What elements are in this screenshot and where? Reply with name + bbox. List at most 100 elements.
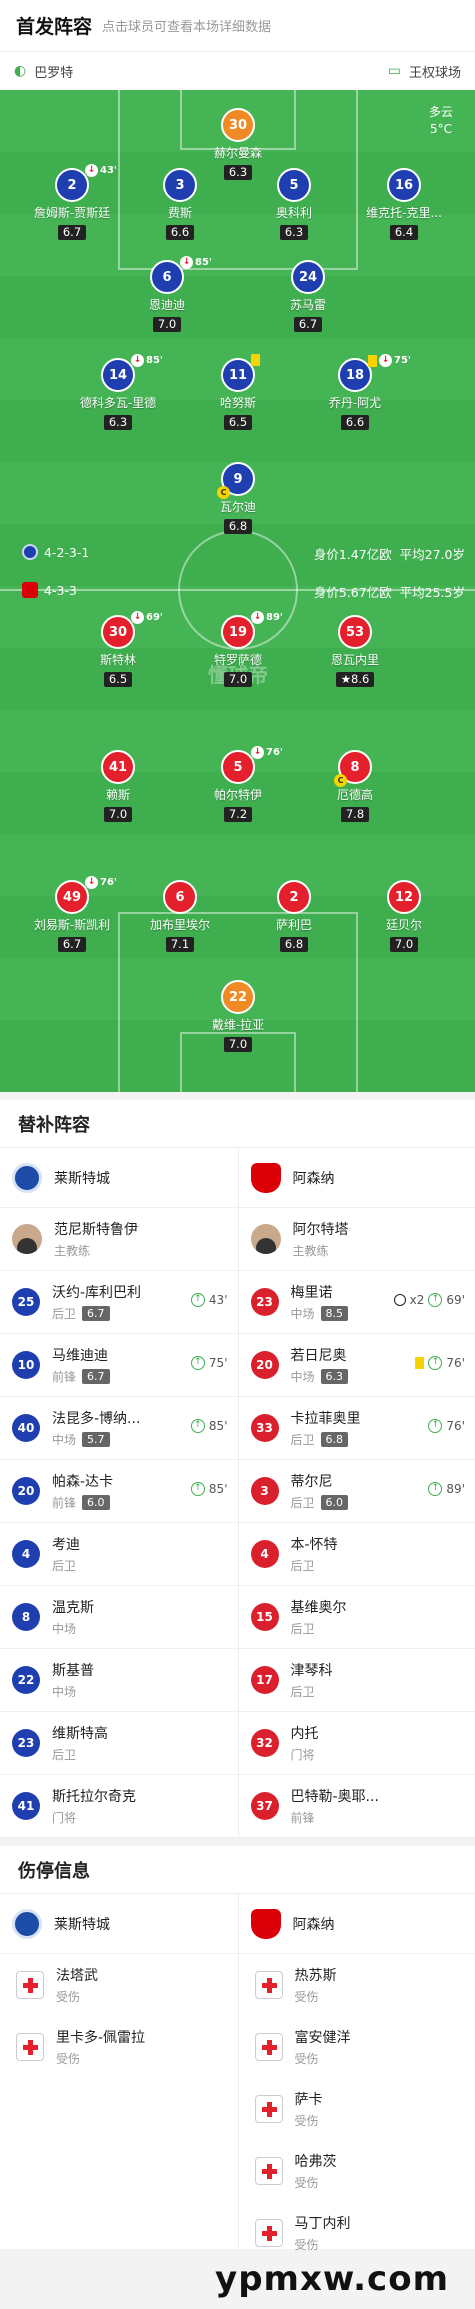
- shirt-number: 2: [277, 880, 311, 914]
- sub-player-row[interactable]: 20帕森-达卡前锋6.0↑85': [0, 1460, 238, 1523]
- stadium-name: 王权球场: [409, 62, 461, 81]
- injured-player-row[interactable]: 里卡多-佩雷拉受伤: [0, 2016, 238, 2078]
- sub-player-row[interactable]: 15基维奥尔后卫: [239, 1586, 475, 1649]
- injured-player-row[interactable]: 法塔武受伤: [0, 1954, 238, 2016]
- medical-kit-icon: [255, 2033, 283, 2061]
- injured-player-row[interactable]: 热苏斯受伤: [239, 1954, 475, 2016]
- player-name: 乔丹-阿尤: [305, 394, 405, 411]
- player-rating: 7.2: [224, 807, 252, 822]
- away-player[interactable]: 12廷贝尔7.0: [354, 880, 454, 952]
- player-rating: 6.8: [280, 937, 308, 952]
- player-name: 斯特林: [68, 651, 168, 668]
- injured-player-row[interactable]: 萨卡受伤: [239, 2078, 475, 2140]
- home-player[interactable]: 24苏马雷6.7: [258, 260, 358, 332]
- injuries-grid: 莱斯特城 法塔武受伤里卡多-佩雷拉受伤 阿森纳 热苏斯受伤富安健洋受伤萨卡受伤哈…: [0, 1893, 475, 2249]
- sub-in-icon: ↑: [428, 1482, 442, 1496]
- player-rating: 7.0: [224, 1037, 252, 1052]
- sub-player-row[interactable]: 4考迪后卫: [0, 1523, 238, 1586]
- player-rating: 7.0: [390, 937, 418, 952]
- event-badge: ↓75': [368, 354, 411, 367]
- event-badge: [251, 354, 260, 366]
- away-player[interactable]: 19↓89'特罗萨德7.0: [188, 615, 288, 687]
- sub-player-row[interactable]: 17津琴科后卫: [239, 1649, 475, 1712]
- home-player[interactable]: 5奥科利6.3: [244, 168, 344, 240]
- away-player[interactable]: 49↓76'刘易斯-斯凯利6.7: [22, 880, 122, 952]
- sub-player-row[interactable]: 41斯托拉尔奇克门将: [0, 1775, 238, 1838]
- shirt-number: 8C: [338, 750, 372, 784]
- subs-home-team[interactable]: 莱斯特城: [0, 1148, 238, 1208]
- shirt-number: 53: [338, 615, 372, 649]
- away-player[interactable]: 8C厄德高7.8: [305, 750, 405, 822]
- home-player[interactable]: 14↓85'德科多瓦-里德6.3: [68, 358, 168, 430]
- away-player[interactable]: 53恩瓦内里★8.6: [305, 615, 405, 687]
- away-player[interactable]: 5↓76'帕尔特伊7.2: [188, 750, 288, 822]
- injured-player-row[interactable]: 马丁内利受伤: [239, 2202, 475, 2264]
- home-player[interactable]: 9C瓦尔迪6.8: [188, 462, 288, 534]
- sub-player-row[interactable]: 37巴特勒-奥耶...前锋: [239, 1775, 475, 1838]
- away-coach[interactable]: 阿尔特塔主教练: [239, 1208, 475, 1271]
- away-player[interactable]: 6加布里埃尔7.1: [130, 880, 230, 952]
- player-name: 恩瓦内里: [305, 651, 405, 668]
- injury-status: 受伤: [56, 2050, 145, 2067]
- sub-player-row[interactable]: 22斯基普中场: [0, 1649, 238, 1712]
- away-player[interactable]: 2萨利巴6.8: [244, 880, 344, 952]
- home-player[interactable]: 11哈努斯6.5: [188, 358, 288, 430]
- yellow-card-icon: [368, 355, 377, 367]
- away-player[interactable]: 41赖斯7.0: [68, 750, 168, 822]
- injury-status: 受伤: [295, 2112, 323, 2129]
- sub-player-row[interactable]: 8温克斯中场: [0, 1586, 238, 1649]
- player-rating: 6.8: [321, 1432, 349, 1447]
- injured-player-row[interactable]: 富安健洋受伤: [239, 2016, 475, 2078]
- sub-in-icon: ↑: [191, 1482, 205, 1496]
- home-player[interactable]: 2↓43'詹姆斯-贾斯廷6.7: [22, 168, 122, 240]
- sub-player-row[interactable]: 4本-怀特后卫: [239, 1523, 475, 1586]
- shirt-number: 11: [221, 358, 255, 392]
- event-badge: ↓89': [251, 611, 283, 624]
- player-name: 温克斯: [52, 1597, 94, 1617]
- sub-player-row[interactable]: 3蒂尔尼后卫6.0↑89': [239, 1460, 475, 1523]
- injured-player-row[interactable]: 哈弗茨受伤: [239, 2140, 475, 2202]
- sub-player-row[interactable]: 33卡拉菲奥里后卫6.8↑76': [239, 1397, 475, 1460]
- medical-kit-icon: [255, 1971, 283, 1999]
- sub-player-row[interactable]: 40法昆多-博纳...中场5.7↑85': [0, 1397, 238, 1460]
- player-name: 奥科利: [244, 204, 344, 221]
- subs-away-team[interactable]: 阿森纳: [239, 1148, 475, 1208]
- player-rating: 5.7: [82, 1432, 110, 1447]
- sub-player-row[interactable]: 23维斯特高后卫: [0, 1712, 238, 1775]
- event-badge: ↓43': [85, 164, 117, 177]
- player-position: 后卫: [291, 1620, 347, 1637]
- injuries-home-team[interactable]: 莱斯特城: [0, 1894, 238, 1954]
- event-badge: ↓85': [131, 354, 163, 367]
- home-coach[interactable]: 范尼斯特鲁伊主教练: [0, 1208, 238, 1271]
- arsenal-crest-icon: [251, 1163, 281, 1193]
- home-player[interactable]: 18↓75'乔丹-阿尤6.6: [305, 358, 405, 430]
- player-name: 考迪: [52, 1534, 80, 1554]
- player-position: 后卫: [52, 1746, 108, 1763]
- player-rating: 7.0: [104, 807, 132, 822]
- player-name: 赖斯: [68, 786, 168, 803]
- sub-player-row[interactable]: 25沃约-库利巴利后卫6.7↑43': [0, 1271, 238, 1334]
- sub-in-icon: ↑: [191, 1356, 205, 1370]
- shirt-number: 32: [251, 1729, 279, 1757]
- lineup-header: 首发阵容 点击球员可查看本场详细数据: [0, 0, 475, 52]
- sub-out-icon: ↓: [131, 354, 144, 367]
- home-player[interactable]: 16维克托-克里...6.4: [354, 168, 454, 240]
- home-player[interactable]: 3费斯6.6: [130, 168, 230, 240]
- sub-out-icon: ↓: [85, 876, 98, 889]
- shirt-number: 37: [251, 1792, 279, 1820]
- sub-player-row[interactable]: 32内托门将: [239, 1712, 475, 1775]
- away-player[interactable]: 30↓69'斯特林6.5: [68, 615, 168, 687]
- player-name: 戴维-拉亚: [188, 1016, 288, 1033]
- player-rating: 7.8: [341, 807, 369, 822]
- injuries-away-team[interactable]: 阿森纳: [239, 1894, 475, 1954]
- sub-player-row[interactable]: 20若日尼奥中场6.3↑76': [239, 1334, 475, 1397]
- player-position: 中场: [52, 1683, 94, 1700]
- sub-player-row[interactable]: 23梅里诺中场8.5x2↑69': [239, 1271, 475, 1334]
- sub-player-row[interactable]: 10马维迪迪前锋6.7↑75': [0, 1334, 238, 1397]
- header-hint: 点击球员可查看本场详细数据: [102, 16, 271, 35]
- player-position: 门将: [291, 1746, 319, 1763]
- home-player[interactable]: 6↓85'恩迪迪7.0: [117, 260, 217, 332]
- player-name: 赫尔曼森: [188, 144, 288, 161]
- away-player[interactable]: 22戴维-拉亚7.0: [188, 980, 288, 1052]
- shirt-number: 12: [387, 880, 421, 914]
